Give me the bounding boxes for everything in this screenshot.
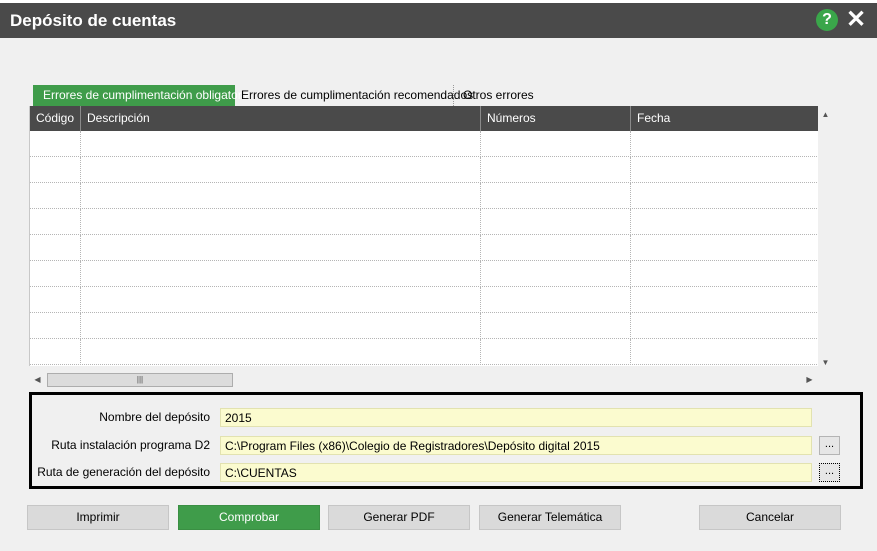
install-path-label: Ruta instalación programa D2: [51, 438, 210, 452]
table-row[interactable]: [30, 287, 818, 313]
table-cell[interactable]: [30, 261, 81, 287]
window-title: Depósito de cuentas: [10, 11, 177, 30]
table-cell[interactable]: [631, 287, 818, 313]
table-cell[interactable]: [30, 235, 81, 261]
table-cell[interactable]: [481, 183, 631, 209]
table-cell[interactable]: [81, 209, 481, 235]
table-cell[interactable]: [30, 131, 81, 157]
deposit-settings-panel: Nombre del depósito Ruta instalación pro…: [29, 392, 863, 489]
table-cell[interactable]: [30, 339, 81, 365]
generate-telematic-button[interactable]: Generar Telemática: [479, 505, 621, 530]
horizontal-scroll-thumb[interactable]: |||: [47, 373, 233, 387]
table-cell[interactable]: [81, 131, 481, 157]
table-row[interactable]: [30, 235, 818, 261]
table-row[interactable]: [30, 157, 818, 183]
table-cell[interactable]: [481, 235, 631, 261]
table-cell[interactable]: [81, 261, 481, 287]
table-cell[interactable]: [81, 183, 481, 209]
deposit-name-input[interactable]: [220, 408, 812, 427]
table-cell[interactable]: [30, 183, 81, 209]
table-cell[interactable]: [631, 235, 818, 261]
print-button[interactable]: Imprimir: [27, 505, 169, 530]
table-cell[interactable]: [81, 339, 481, 365]
table-cell[interactable]: [631, 313, 818, 339]
output-path-browse-button[interactable]: ...: [819, 463, 840, 482]
tab-recommended-errors[interactable]: Errores de cumplimentación recomendados: [241, 85, 473, 106]
output-path-label: Ruta de generación del depósito: [37, 465, 210, 479]
table-cell[interactable]: [30, 313, 81, 339]
table-cell[interactable]: [81, 287, 481, 313]
help-icon[interactable]: ?: [816, 9, 838, 31]
deposit-name-label: Nombre del depósito: [99, 410, 210, 424]
table-row[interactable]: [30, 131, 818, 157]
check-button[interactable]: Comprobar: [178, 505, 320, 530]
tab-other-errors[interactable]: Otros errores: [453, 85, 534, 106]
scroll-up-arrow-icon[interactable]: ▲: [818, 110, 833, 119]
title-bar: Depósito de cuentas ? ✕: [0, 3, 877, 38]
table-cell[interactable]: [481, 287, 631, 313]
table-cell[interactable]: [631, 131, 818, 157]
vertical-scrollbar[interactable]: ▲ ▼: [818, 106, 833, 372]
table-row[interactable]: [30, 313, 818, 339]
table-cell[interactable]: [631, 261, 818, 287]
install-path-input[interactable]: [220, 436, 812, 455]
table-row[interactable]: [30, 261, 818, 287]
install-path-browse-button[interactable]: ...: [819, 436, 840, 455]
table-cell[interactable]: [481, 209, 631, 235]
close-icon[interactable]: ✕: [846, 8, 866, 32]
table-cell[interactable]: [81, 313, 481, 339]
errors-table: Código Descripción Números Fecha: [29, 106, 818, 366]
table-row[interactable]: [30, 209, 818, 235]
table-cell[interactable]: [481, 157, 631, 183]
scroll-right-arrow-icon[interactable]: ▶: [802, 375, 817, 384]
scroll-down-arrow-icon[interactable]: ▼: [818, 358, 833, 367]
table-row[interactable]: [30, 339, 818, 365]
tab-mandatory-errors[interactable]: Errores de cumplimentación obligatoria: [33, 85, 251, 106]
cancel-button[interactable]: Cancelar: [699, 505, 841, 530]
table-row[interactable]: [30, 183, 818, 209]
column-header-description[interactable]: Descripción: [81, 106, 481, 131]
scroll-left-arrow-icon[interactable]: ◀: [30, 375, 45, 384]
table-cell[interactable]: [81, 235, 481, 261]
table-cell[interactable]: [481, 313, 631, 339]
generate-pdf-button[interactable]: Generar PDF: [328, 505, 470, 530]
table-cell[interactable]: [30, 287, 81, 313]
table-cell[interactable]: [81, 157, 481, 183]
table-cell[interactable]: [481, 261, 631, 287]
table-cell[interactable]: [631, 339, 818, 365]
column-header-date[interactable]: Fecha: [631, 106, 818, 131]
table-cell[interactable]: [631, 209, 818, 235]
table-cell[interactable]: [30, 209, 81, 235]
table-header: Código Descripción Números Fecha: [30, 106, 818, 131]
column-header-code[interactable]: Código: [30, 106, 81, 131]
column-header-numbers[interactable]: Números: [481, 106, 631, 131]
table-cell[interactable]: [631, 183, 818, 209]
table-cell[interactable]: [30, 157, 81, 183]
output-path-input[interactable]: [220, 463, 812, 482]
table-cell[interactable]: [481, 339, 631, 365]
table-cell[interactable]: [481, 131, 631, 157]
table-cell[interactable]: [631, 157, 818, 183]
horizontal-scrollbar[interactable]: ◀ ||| ▶: [29, 372, 818, 388]
